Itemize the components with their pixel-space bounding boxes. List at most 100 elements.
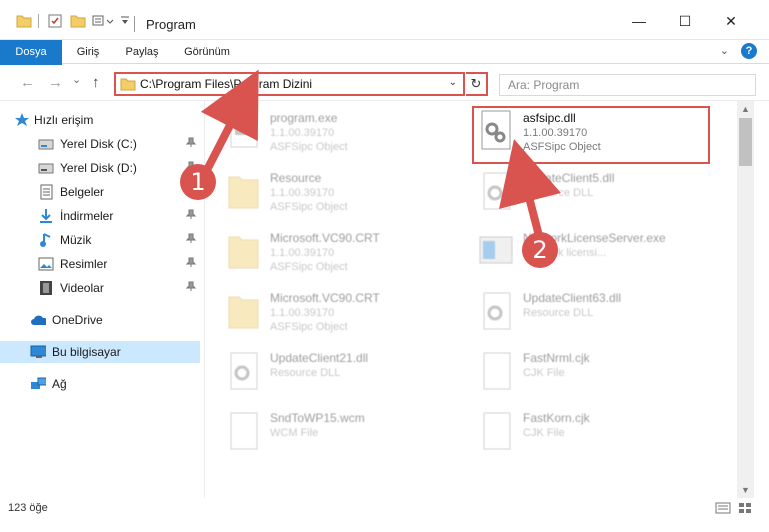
file-name: Microsoft.VC90.CRT — [270, 291, 380, 305]
download-icon — [38, 208, 54, 224]
title-separator — [134, 16, 135, 32]
view-options-icon[interactable] — [92, 14, 116, 28]
tab-view[interactable]: Görünüm — [172, 40, 242, 64]
file-name: Resource — [270, 171, 322, 185]
file-name: program.exe — [270, 111, 338, 125]
file-item[interactable]: Resource 1.1.00.39170 ASFSipc Object — [205, 167, 455, 223]
sidebar-item-pictures[interactable]: Resimler — [0, 253, 200, 275]
search-placeholder: Ara: Program — [508, 78, 580, 92]
sidebar-item-label: Hızlı erişim — [34, 113, 94, 127]
file-name: UpdateClient21.dll — [270, 351, 369, 365]
details-view-icon — [715, 502, 731, 514]
vertical-scrollbar[interactable]: ▲ ▼ — [737, 101, 754, 498]
help-icon[interactable]: ? — [741, 43, 757, 59]
video-icon — [38, 280, 54, 296]
properties-icon[interactable] — [48, 14, 62, 28]
expand-ribbon-icon[interactable]: ⌄ — [720, 44, 729, 57]
drive-icon — [38, 160, 54, 176]
sidebar-item-this-pc[interactable]: Bu bilgisayar — [0, 341, 200, 363]
refresh-button[interactable]: ↻ — [466, 72, 488, 96]
sidebar-item-disk-d[interactable]: Yerel Disk (D:) — [0, 157, 200, 179]
title-bar: Program — ☐ ✕ — [0, 0, 769, 40]
file-description: ASFSipc Object — [270, 201, 348, 213]
folder-icon — [225, 229, 261, 275]
file-item[interactable]: FastNrml.cjk CJK File — [458, 347, 708, 403]
file-version: 1.1.00.39170 — [270, 187, 335, 199]
up-button[interactable]: ↑ — [92, 74, 100, 91]
close-button[interactable]: ✕ — [708, 6, 754, 36]
file-item[interactable]: UpdateClient63.dll Resource DLL — [458, 287, 708, 343]
sidebar-item-label: Ağ — [52, 377, 67, 391]
tab-share[interactable]: Paylaş — [114, 40, 170, 64]
file-name: Microsoft.VC90.CRT — [270, 231, 380, 245]
address-bar[interactable]: C:\Program Files\Program Dizini ⌄ — [114, 72, 465, 96]
file-version: 1.1.00.39170 — [270, 307, 335, 319]
tab-home[interactable]: Giriş — [62, 40, 114, 64]
file-name: SndToWP15.wcm — [270, 411, 365, 425]
new-folder-icon[interactable] — [70, 14, 86, 28]
pin-icon[interactable] — [185, 257, 197, 270]
file-type: CJK File — [523, 367, 565, 379]
folder-icon[interactable] — [16, 14, 32, 28]
pin-icon[interactable] — [185, 137, 197, 150]
sidebar-item-downloads[interactable]: İndirmeler — [0, 205, 200, 227]
scroll-down-icon[interactable]: ▼ — [737, 482, 754, 498]
pin-icon[interactable] — [185, 209, 197, 222]
file-type: Resource DLL — [523, 307, 594, 319]
sidebar-item-disk-c[interactable]: Yerel Disk (C:) — [0, 133, 200, 155]
address-path[interactable]: C:\Program Files\Program Dizini — [140, 77, 312, 91]
sidebar-item-label: OneDrive — [52, 313, 103, 327]
sidebar-item-network[interactable]: Ağ — [0, 373, 200, 395]
sidebar-item-music[interactable]: Müzik — [0, 229, 200, 251]
dll-icon — [225, 349, 261, 395]
sidebar-item-label: İndirmeler — [60, 209, 114, 223]
folder-icon — [120, 78, 136, 94]
back-button[interactable]: ← — [20, 74, 35, 91]
document-icon — [478, 409, 514, 455]
documents-icon — [38, 184, 54, 200]
file-item[interactable]: program.exe 1.1.00.39170 ASFSipc Object — [205, 107, 455, 163]
maximize-button[interactable]: ☐ — [662, 6, 708, 36]
customize-toolbar-icon[interactable] — [120, 14, 130, 26]
sidebar-item-videos[interactable]: Videolar — [0, 277, 200, 299]
drive-icon — [38, 136, 54, 152]
search-input[interactable]: Ara: Program — [499, 74, 756, 96]
recent-locations-button[interactable]: ⌄ — [72, 73, 81, 86]
divider — [38, 14, 39, 28]
highlight-box — [472, 106, 710, 164]
sidebar-item-label: Videolar — [60, 281, 104, 295]
file-item[interactable]: SndToWP15.wcm WCM File — [205, 407, 455, 463]
step-badge-2: 2 — [522, 232, 558, 268]
file-version: 1.1.00.39170 — [270, 247, 335, 259]
dll-icon — [478, 169, 514, 215]
scroll-thumb[interactable] — [739, 118, 752, 166]
file-item[interactable]: UpdateClient21.dll Resource DLL — [205, 347, 455, 403]
forward-button[interactable]: → — [48, 74, 63, 91]
sidebar-item-documents[interactable]: Belgeler — [0, 181, 200, 203]
scroll-up-icon[interactable]: ▲ — [737, 101, 754, 117]
file-name: FastNrml.cjk — [523, 351, 590, 365]
file-name: UpdateClient63.dll — [523, 291, 622, 305]
exe-icon — [225, 109, 261, 155]
view-toggle-icons[interactable] — [715, 501, 755, 518]
dll-icon — [478, 289, 514, 335]
navigation-pane: Hızlı erişim Yerel Disk (C:) Yerel Disk … — [0, 101, 204, 498]
file-name: FastKorn.cjk — [523, 411, 590, 425]
sidebar-item-quick-access[interactable]: Hızlı erişim — [0, 109, 200, 131]
file-version: 1.1.00.39170 — [270, 127, 335, 139]
file-item[interactable]: Microsoft.VC90.CRT 1.1.00.39170 ASFSipc … — [205, 227, 455, 283]
file-item[interactable]: FastKorn.cjk CJK File — [458, 407, 708, 463]
pin-icon[interactable] — [185, 281, 197, 294]
file-item[interactable]: Microsoft.VC90.CRT 1.1.00.39170 ASFSipc … — [205, 287, 455, 343]
file-item[interactable]: NetworkLicenseServer.exe Network licensi… — [458, 227, 708, 283]
chevron-down-icon[interactable]: ⌄ — [449, 77, 457, 88]
file-type: Resource DLL — [523, 187, 594, 199]
pictures-icon — [38, 256, 54, 272]
file-description: ASFSipc Object — [270, 261, 348, 273]
minimize-button[interactable]: — — [616, 6, 662, 36]
file-type: CJK File — [523, 427, 565, 439]
pin-icon[interactable] — [185, 233, 197, 246]
file-item[interactable]: UpdateClient5.dll Resource DLL — [458, 167, 708, 223]
sidebar-item-onedrive[interactable]: OneDrive — [0, 309, 200, 331]
star-icon — [14, 112, 30, 128]
